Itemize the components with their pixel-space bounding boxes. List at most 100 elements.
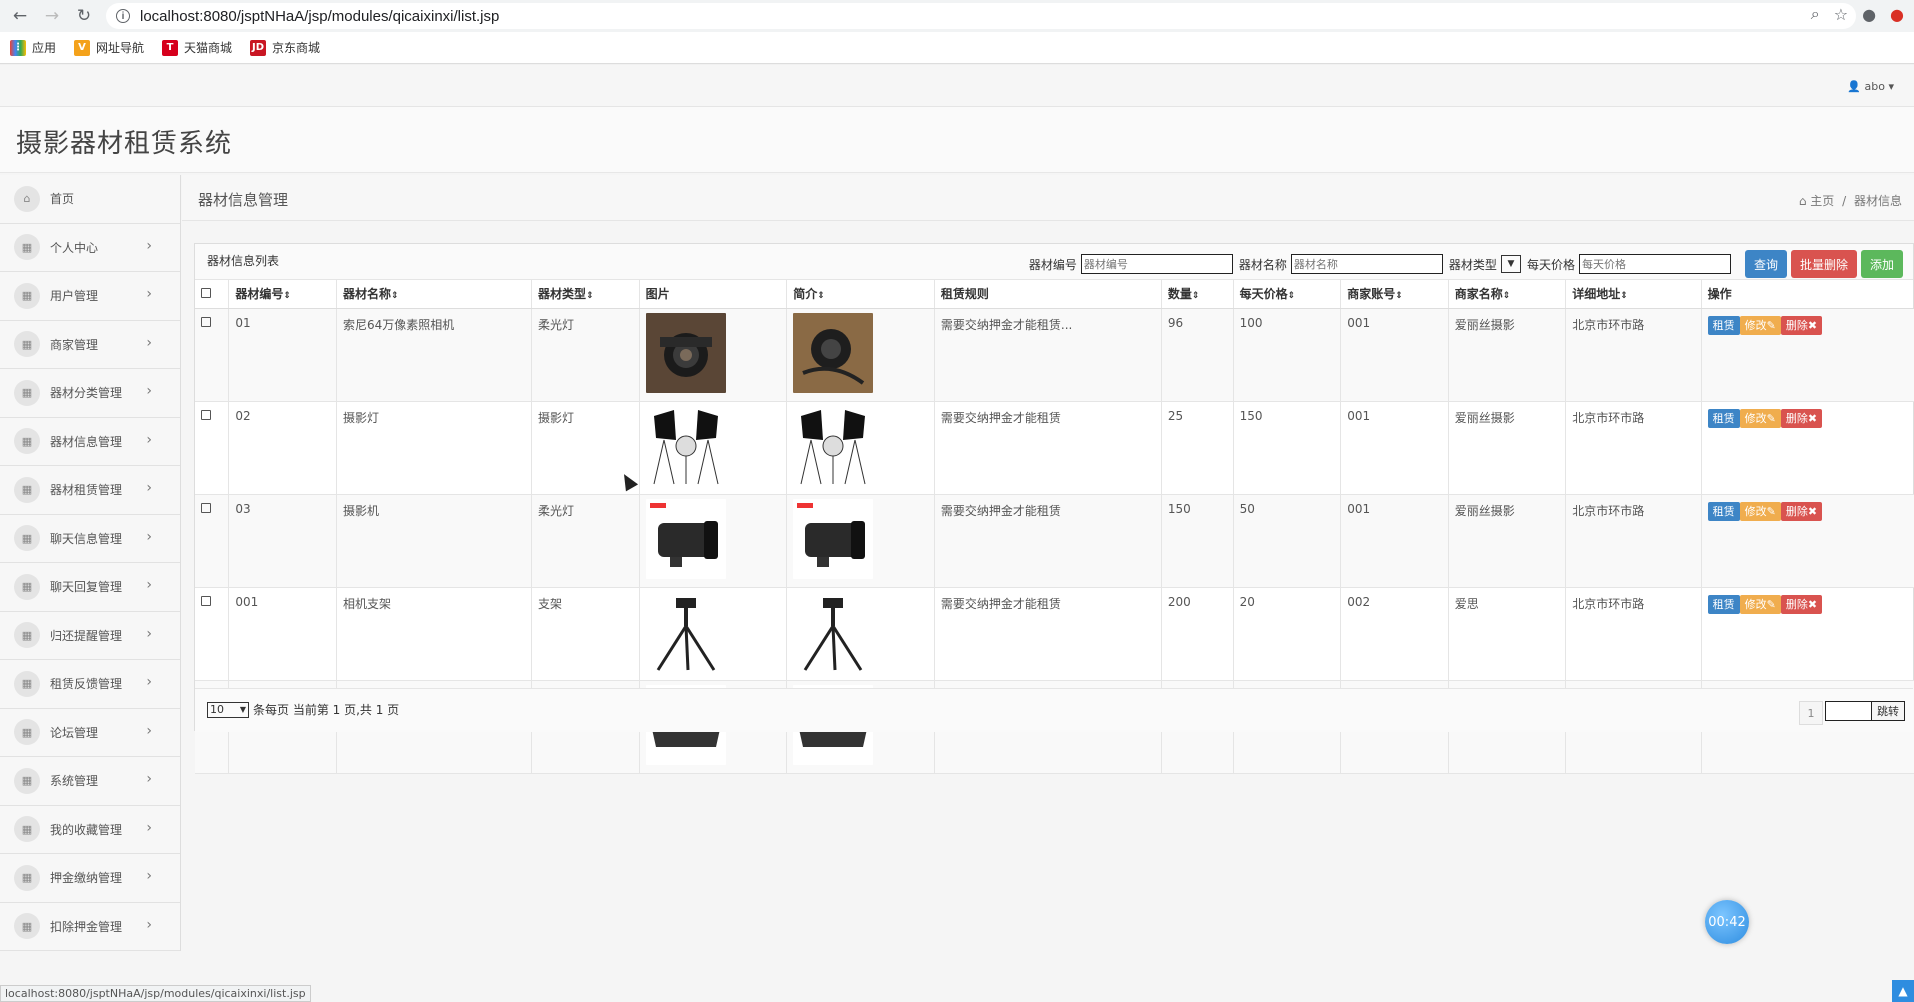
query-button[interactable]: 查询 <box>1744 250 1787 278</box>
username: abo <box>1864 80 1885 93</box>
bookmark-label: 天猫商城 <box>184 41 233 55</box>
edit-button[interactable]: 修改✎ <box>1739 315 1781 335</box>
column-header-7[interactable]: 每天价格⇕ <box>1233 280 1342 309</box>
sidebar-item-8[interactable]: ▦ 聊天回复管理 › <box>0 563 180 612</box>
info-icon[interactable]: i <box>116 9 130 23</box>
sidebar-item-13[interactable]: ▦ 我的收藏管理 › <box>0 805 180 854</box>
strobe-image[interactable] <box>793 498 934 579</box>
sidebar-item-7[interactable]: ▦ 聊天信息管理 › <box>0 514 180 563</box>
softbox-image[interactable] <box>645 405 787 486</box>
strobe-image[interactable] <box>645 498 787 579</box>
sidebar-item-6[interactable]: ▦ 器材租赁管理 › <box>0 466 180 515</box>
address-bar[interactable]: i localhost:8080/jsptNHaA/jsp/modules/qi… <box>106 3 1856 29</box>
sidebar-item-14[interactable]: ▦ 押金缴纳管理 › <box>0 854 180 903</box>
reload-icon[interactable]: ↻ <box>72 4 96 28</box>
profile-icon[interactable]: ● <box>1862 5 1876 24</box>
delete-button[interactable]: 删除✖ <box>1780 594 1823 614</box>
camera2-image[interactable] <box>793 312 934 393</box>
edit-button[interactable]: 修改✎ <box>1739 501 1781 521</box>
sidebar-item-3[interactable]: ▦ 商家管理 › <box>0 320 180 369</box>
page-size-select[interactable]: 10 ▼ <box>207 701 249 718</box>
sidebar-item-9[interactable]: ▦ 归还提醒管理 › <box>0 611 180 660</box>
column-header-1[interactable]: 器材名称⇕ <box>336 280 533 309</box>
column-label: 租赁规则 <box>940 287 989 302</box>
row-checkbox[interactable] <box>201 316 211 327</box>
add-button[interactable]: 添加 <box>1860 250 1903 278</box>
tripod-image[interactable] <box>793 591 934 672</box>
jump-button[interactable]: 跳转 <box>1871 701 1905 721</box>
batch-delete-button[interactable]: 批量删除 <box>1790 250 1857 278</box>
pencil-icon: ✎ <box>1766 411 1776 425</box>
bookmark-jd[interactable]: JD 京东商城 <box>250 39 320 56</box>
column-header-6[interactable]: 数量⇕ <box>1161 280 1234 309</box>
column-label: 商家名称 <box>1454 287 1503 302</box>
delete-button[interactable]: 删除✖ <box>1780 501 1823 521</box>
chevron-right-icon: › <box>146 916 152 933</box>
rent-button[interactable]: 租赁 <box>1707 594 1740 614</box>
actions-cell: 租赁修改✎删除✖ <box>1701 587 1914 681</box>
sidebar-item-5[interactable]: ▦ 器材信息管理 › <box>0 417 180 466</box>
column-header-4[interactable]: 简介⇕ <box>786 280 935 309</box>
rent-button[interactable]: 租赁 <box>1707 408 1740 428</box>
star-icon[interactable]: ☆ <box>1834 5 1848 24</box>
sidebar-item-15[interactable]: ▦ 扣除押金管理 › <box>0 902 180 951</box>
sidebar-item-10[interactable]: ▦ 租赁反馈管理 › <box>0 660 180 709</box>
rent-button[interactable]: 租赁 <box>1707 315 1740 335</box>
caret-down-icon: ▾ <box>1888 80 1894 93</box>
timer-badge[interactable]: 00:42 <box>1705 900 1749 944</box>
chevron-down-icon: ▼ <box>239 705 246 714</box>
row-checkbox[interactable] <box>201 595 211 606</box>
column-header-9[interactable]: 商家名称⇕ <box>1448 280 1567 309</box>
chevron-right-icon: › <box>146 722 152 739</box>
rent-button[interactable]: 租赁 <box>1707 501 1740 521</box>
back-icon[interactable]: ← <box>8 4 32 28</box>
user-menu[interactable]: 👤 abo ▾ <box>1847 80 1894 93</box>
extension-icon[interactable]: ● <box>1890 5 1904 24</box>
bookmark-apps[interactable]: ⋮ 应用 <box>10 39 56 56</box>
bookmark-nav[interactable]: V 网址导航 <box>74 39 144 56</box>
rule-cell: 需要交纳押金才能租赁... <box>934 308 1162 402</box>
sidebar-item-4[interactable]: ▦ 器材分类管理 › <box>0 369 180 418</box>
column-header-2[interactable]: 器材类型⇕ <box>531 280 640 309</box>
column-label: 每天价格 <box>1239 287 1288 302</box>
sidebar-item-0[interactable]: ⌂ 首页 <box>0 175 180 224</box>
delete-button[interactable]: 删除✖ <box>1780 315 1823 335</box>
column-header-8[interactable]: 商家账号⇕ <box>1340 280 1449 309</box>
sidebar-item-1[interactable]: ▦ 个人中心 › <box>0 223 180 272</box>
page-title: 器材信息管理 <box>198 191 289 209</box>
select-all-checkbox[interactable] <box>201 287 211 298</box>
page-number[interactable]: 1 <box>1799 701 1823 725</box>
forward-icon[interactable]: → <box>40 4 64 28</box>
row-checkbox[interactable] <box>201 502 211 513</box>
code-filter-input[interactable] <box>1080 254 1233 274</box>
edit-button[interactable]: 修改✎ <box>1739 594 1781 614</box>
type-filter-select[interactable]: ▼ <box>1500 255 1521 273</box>
zoom-icon[interactable]: ⌕ <box>1811 4 1820 24</box>
chevron-right-icon: › <box>146 286 152 302</box>
app-page: 👤 abo ▾ 摄影器材租赁系统 ⌂ 首页 ▦ 个人中心 › ▦ 用户管理 › ▦ 商家管理 › ▦ 器… <box>0 65 1914 1002</box>
sidebar-item-11[interactable]: ▦ 论坛管理 › <box>0 708 180 757</box>
column-header-10[interactable]: 详细地址⇕ <box>1565 280 1702 309</box>
address-cell: 北京市环市路 <box>1565 308 1702 402</box>
bookmark-label: 应用 <box>32 41 57 55</box>
column-header-0[interactable]: 器材编号⇕ <box>228 280 337 309</box>
chevron-right-icon: › <box>146 431 152 448</box>
row-checkbox[interactable] <box>201 409 211 420</box>
bookmark-tmall[interactable]: T 天猫商城 <box>162 39 232 56</box>
jump-page-input[interactable] <box>1825 701 1873 721</box>
edit-button[interactable]: 修改✎ <box>1739 408 1781 428</box>
delete-button[interactable]: 删除✖ <box>1780 408 1823 428</box>
pencil-icon: ✎ <box>1766 597 1776 611</box>
sidebar-item-2[interactable]: ▦ 用户管理 › <box>0 272 180 321</box>
sidebar-item-12[interactable]: ▦ 系统管理 › <box>0 757 180 806</box>
chevron-right-icon: › <box>146 480 152 496</box>
scroll-top-icon[interactable]: ▲ <box>1892 980 1914 1002</box>
price-filter-input[interactable] <box>1578 254 1731 274</box>
column-label: 器材类型 <box>538 287 587 302</box>
column-label: 数量 <box>1167 287 1192 302</box>
name-filter-input[interactable] <box>1290 254 1443 274</box>
camera-image[interactable] <box>645 312 787 393</box>
tripod-image[interactable] <box>645 591 787 672</box>
softbox-image[interactable] <box>793 405 934 486</box>
breadcrumb-home[interactable]: 主页 <box>1810 194 1834 208</box>
